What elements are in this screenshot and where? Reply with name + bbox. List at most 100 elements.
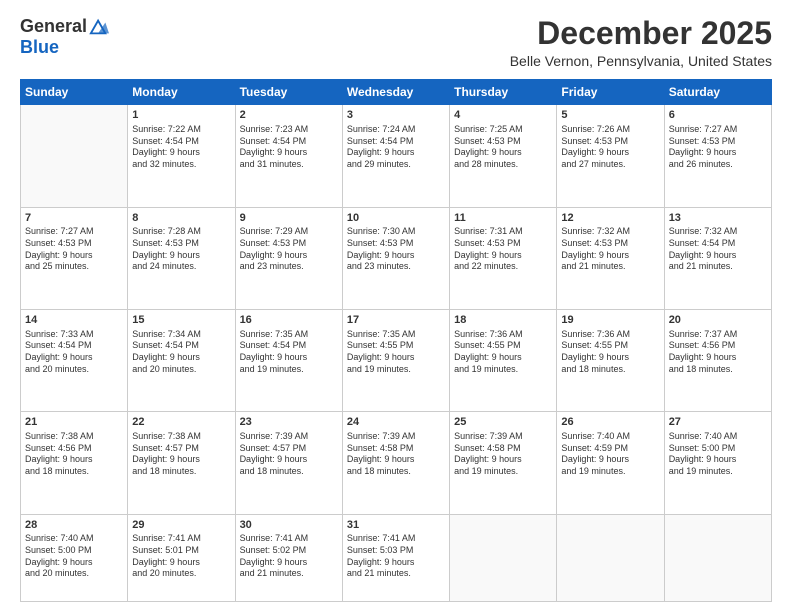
day-number: 15 bbox=[132, 313, 230, 328]
day-info: Sunrise: 7:29 AM Sunset: 4:53 PM Dayligh… bbox=[240, 226, 338, 273]
calendar-cell: 6Sunrise: 7:27 AM Sunset: 4:53 PM Daylig… bbox=[664, 105, 771, 207]
day-number: 22 bbox=[132, 415, 230, 430]
day-info: Sunrise: 7:39 AM Sunset: 4:57 PM Dayligh… bbox=[240, 431, 338, 478]
day-info: Sunrise: 7:38 AM Sunset: 4:57 PM Dayligh… bbox=[132, 431, 230, 478]
calendar-cell: 27Sunrise: 7:40 AM Sunset: 5:00 PM Dayli… bbox=[664, 412, 771, 514]
day-number: 17 bbox=[347, 313, 445, 328]
day-number: 14 bbox=[25, 313, 123, 328]
day-info: Sunrise: 7:36 AM Sunset: 4:55 PM Dayligh… bbox=[561, 329, 659, 376]
day-number: 29 bbox=[132, 518, 230, 533]
day-number: 12 bbox=[561, 211, 659, 226]
week-row-3: 21Sunrise: 7:38 AM Sunset: 4:56 PM Dayli… bbox=[21, 412, 772, 514]
day-info: Sunrise: 7:25 AM Sunset: 4:53 PM Dayligh… bbox=[454, 124, 552, 171]
col-monday: Monday bbox=[128, 80, 235, 105]
calendar-cell bbox=[21, 105, 128, 207]
day-info: Sunrise: 7:24 AM Sunset: 4:54 PM Dayligh… bbox=[347, 124, 445, 171]
week-row-1: 7Sunrise: 7:27 AM Sunset: 4:53 PM Daylig… bbox=[21, 207, 772, 309]
calendar-cell: 5Sunrise: 7:26 AM Sunset: 4:53 PM Daylig… bbox=[557, 105, 664, 207]
calendar-table: Sunday Monday Tuesday Wednesday Thursday… bbox=[20, 79, 772, 602]
calendar-cell: 9Sunrise: 7:29 AM Sunset: 4:53 PM Daylig… bbox=[235, 207, 342, 309]
calendar-cell: 26Sunrise: 7:40 AM Sunset: 4:59 PM Dayli… bbox=[557, 412, 664, 514]
day-info: Sunrise: 7:35 AM Sunset: 4:54 PM Dayligh… bbox=[240, 329, 338, 376]
day-number: 3 bbox=[347, 108, 445, 123]
calendar-cell: 13Sunrise: 7:32 AM Sunset: 4:54 PM Dayli… bbox=[664, 207, 771, 309]
calendar-cell: 20Sunrise: 7:37 AM Sunset: 4:56 PM Dayli… bbox=[664, 309, 771, 411]
day-number: 21 bbox=[25, 415, 123, 430]
day-number: 13 bbox=[669, 211, 767, 226]
day-info: Sunrise: 7:27 AM Sunset: 4:53 PM Dayligh… bbox=[669, 124, 767, 171]
day-info: Sunrise: 7:40 AM Sunset: 5:00 PM Dayligh… bbox=[669, 431, 767, 478]
calendar-cell: 17Sunrise: 7:35 AM Sunset: 4:55 PM Dayli… bbox=[342, 309, 449, 411]
day-info: Sunrise: 7:26 AM Sunset: 4:53 PM Dayligh… bbox=[561, 124, 659, 171]
logo: General Blue bbox=[20, 16, 109, 58]
calendar-cell: 18Sunrise: 7:36 AM Sunset: 4:55 PM Dayli… bbox=[450, 309, 557, 411]
calendar-cell: 31Sunrise: 7:41 AM Sunset: 5:03 PM Dayli… bbox=[342, 514, 449, 601]
day-info: Sunrise: 7:34 AM Sunset: 4:54 PM Dayligh… bbox=[132, 329, 230, 376]
calendar-cell: 8Sunrise: 7:28 AM Sunset: 4:53 PM Daylig… bbox=[128, 207, 235, 309]
day-info: Sunrise: 7:40 AM Sunset: 5:00 PM Dayligh… bbox=[25, 533, 123, 580]
day-info: Sunrise: 7:41 AM Sunset: 5:02 PM Dayligh… bbox=[240, 533, 338, 580]
day-number: 9 bbox=[240, 211, 338, 226]
calendar-cell bbox=[664, 514, 771, 601]
calendar-cell: 7Sunrise: 7:27 AM Sunset: 4:53 PM Daylig… bbox=[21, 207, 128, 309]
day-info: Sunrise: 7:37 AM Sunset: 4:56 PM Dayligh… bbox=[669, 329, 767, 376]
day-info: Sunrise: 7:39 AM Sunset: 4:58 PM Dayligh… bbox=[454, 431, 552, 478]
day-info: Sunrise: 7:28 AM Sunset: 4:53 PM Dayligh… bbox=[132, 226, 230, 273]
col-tuesday: Tuesday bbox=[235, 80, 342, 105]
title-block: December 2025 Belle Vernon, Pennsylvania… bbox=[510, 16, 772, 69]
calendar-cell: 10Sunrise: 7:30 AM Sunset: 4:53 PM Dayli… bbox=[342, 207, 449, 309]
day-number: 7 bbox=[25, 211, 123, 226]
week-row-4: 28Sunrise: 7:40 AM Sunset: 5:00 PM Dayli… bbox=[21, 514, 772, 601]
calendar-cell: 29Sunrise: 7:41 AM Sunset: 5:01 PM Dayli… bbox=[128, 514, 235, 601]
calendar-cell: 22Sunrise: 7:38 AM Sunset: 4:57 PM Dayli… bbox=[128, 412, 235, 514]
day-number: 5 bbox=[561, 108, 659, 123]
calendar-cell: 4Sunrise: 7:25 AM Sunset: 4:53 PM Daylig… bbox=[450, 105, 557, 207]
day-info: Sunrise: 7:23 AM Sunset: 4:54 PM Dayligh… bbox=[240, 124, 338, 171]
day-info: Sunrise: 7:36 AM Sunset: 4:55 PM Dayligh… bbox=[454, 329, 552, 376]
col-sunday: Sunday bbox=[21, 80, 128, 105]
day-number: 25 bbox=[454, 415, 552, 430]
calendar-header-row: Sunday Monday Tuesday Wednesday Thursday… bbox=[21, 80, 772, 105]
day-number: 19 bbox=[561, 313, 659, 328]
day-number: 16 bbox=[240, 313, 338, 328]
week-row-0: 1Sunrise: 7:22 AM Sunset: 4:54 PM Daylig… bbox=[21, 105, 772, 207]
col-thursday: Thursday bbox=[450, 80, 557, 105]
day-info: Sunrise: 7:35 AM Sunset: 4:55 PM Dayligh… bbox=[347, 329, 445, 376]
day-number: 27 bbox=[669, 415, 767, 430]
logo-blue-text: Blue bbox=[20, 37, 59, 57]
day-info: Sunrise: 7:32 AM Sunset: 4:53 PM Dayligh… bbox=[561, 226, 659, 273]
day-number: 6 bbox=[669, 108, 767, 123]
calendar-cell bbox=[557, 514, 664, 601]
calendar-cell: 14Sunrise: 7:33 AM Sunset: 4:54 PM Dayli… bbox=[21, 309, 128, 411]
calendar-cell: 1Sunrise: 7:22 AM Sunset: 4:54 PM Daylig… bbox=[128, 105, 235, 207]
header: General Blue December 2025 Belle Vernon,… bbox=[20, 16, 772, 69]
day-number: 26 bbox=[561, 415, 659, 430]
calendar-cell: 2Sunrise: 7:23 AM Sunset: 4:54 PM Daylig… bbox=[235, 105, 342, 207]
day-number: 30 bbox=[240, 518, 338, 533]
day-info: Sunrise: 7:41 AM Sunset: 5:01 PM Dayligh… bbox=[132, 533, 230, 580]
day-info: Sunrise: 7:39 AM Sunset: 4:58 PM Dayligh… bbox=[347, 431, 445, 478]
day-info: Sunrise: 7:30 AM Sunset: 4:53 PM Dayligh… bbox=[347, 226, 445, 273]
day-number: 11 bbox=[454, 211, 552, 226]
calendar-cell: 30Sunrise: 7:41 AM Sunset: 5:02 PM Dayli… bbox=[235, 514, 342, 601]
calendar-cell: 19Sunrise: 7:36 AM Sunset: 4:55 PM Dayli… bbox=[557, 309, 664, 411]
col-wednesday: Wednesday bbox=[342, 80, 449, 105]
day-info: Sunrise: 7:33 AM Sunset: 4:54 PM Dayligh… bbox=[25, 329, 123, 376]
calendar-cell: 15Sunrise: 7:34 AM Sunset: 4:54 PM Dayli… bbox=[128, 309, 235, 411]
day-info: Sunrise: 7:32 AM Sunset: 4:54 PM Dayligh… bbox=[669, 226, 767, 273]
calendar-cell: 3Sunrise: 7:24 AM Sunset: 4:54 PM Daylig… bbox=[342, 105, 449, 207]
day-info: Sunrise: 7:40 AM Sunset: 4:59 PM Dayligh… bbox=[561, 431, 659, 478]
page: General Blue December 2025 Belle Vernon,… bbox=[0, 0, 792, 612]
calendar-cell: 25Sunrise: 7:39 AM Sunset: 4:58 PM Dayli… bbox=[450, 412, 557, 514]
day-info: Sunrise: 7:38 AM Sunset: 4:56 PM Dayligh… bbox=[25, 431, 123, 478]
day-number: 8 bbox=[132, 211, 230, 226]
calendar-cell: 21Sunrise: 7:38 AM Sunset: 4:56 PM Dayli… bbox=[21, 412, 128, 514]
day-info: Sunrise: 7:31 AM Sunset: 4:53 PM Dayligh… bbox=[454, 226, 552, 273]
day-info: Sunrise: 7:22 AM Sunset: 4:54 PM Dayligh… bbox=[132, 124, 230, 171]
day-number: 18 bbox=[454, 313, 552, 328]
day-number: 1 bbox=[132, 108, 230, 123]
logo-general-text: General bbox=[20, 16, 87, 37]
logo-icon bbox=[89, 18, 109, 36]
day-number: 10 bbox=[347, 211, 445, 226]
day-number: 20 bbox=[669, 313, 767, 328]
